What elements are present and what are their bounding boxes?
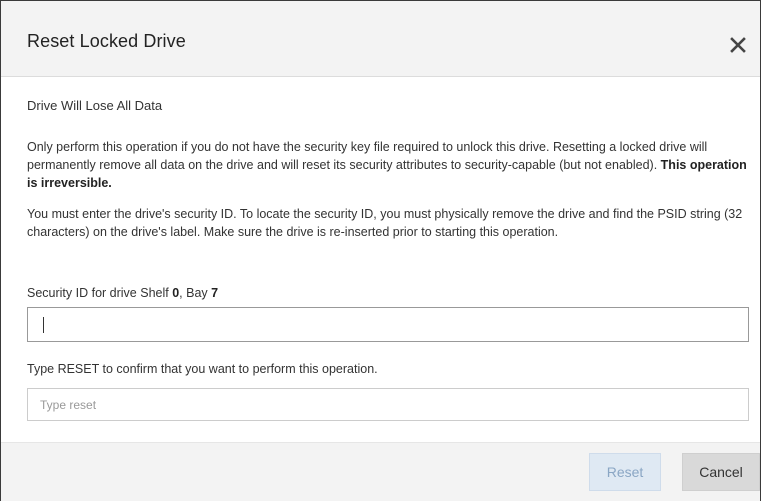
dialog-footer: Reset Cancel — [1, 442, 760, 501]
warning-text: Only perform this operation if you do no… — [27, 140, 708, 172]
reset-button[interactable]: Reset — [589, 453, 661, 491]
cancel-button[interactable]: Cancel — [682, 453, 760, 491]
dialog-subtitle: Drive Will Lose All Data — [27, 98, 163, 113]
warning-paragraph: Only perform this operation if you do no… — [27, 138, 751, 192]
security-id-input[interactable] — [27, 307, 749, 342]
confirm-label: Type RESET to confirm that you want to p… — [27, 362, 378, 376]
reset-locked-drive-dialog: Reset Locked Drive Drive Will Lose All D… — [0, 0, 761, 501]
security-id-label-prefix: Security ID for drive Shelf — [27, 286, 173, 300]
dialog-title: Reset Locked Drive — [27, 31, 186, 51]
dialog-header: Reset Locked Drive — [1, 1, 760, 77]
bay-number: 7 — [211, 286, 219, 300]
security-id-label: Security ID for drive Shelf 0, Bay 7 — [27, 284, 218, 302]
instructions-paragraph: You must enter the drive's security ID. … — [27, 207, 743, 239]
close-icon — [730, 37, 746, 53]
close-button[interactable] — [728, 35, 748, 55]
security-id-label-middle: , Bay — [179, 286, 212, 300]
confirm-reset-input[interactable] — [27, 388, 749, 421]
text-cursor — [43, 317, 44, 333]
